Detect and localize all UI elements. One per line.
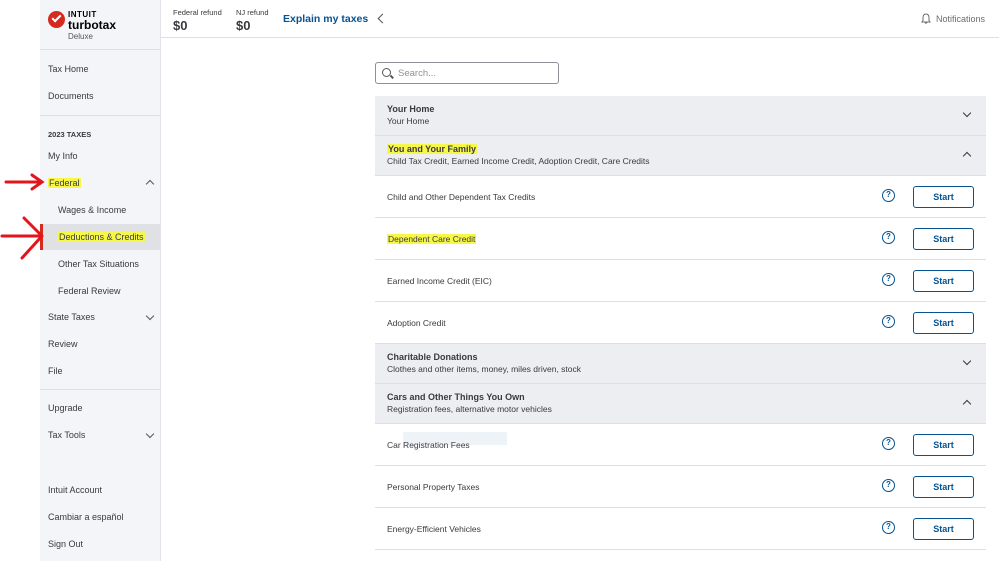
sidebar-item-upgrade[interactable]: Upgrade: [48, 403, 83, 413]
federal-refund-meter[interactable]: Federal refund $0: [173, 8, 222, 33]
section-title: Charitable Donations: [387, 352, 478, 362]
list-item-energy-efficient-vehicles: Energy-Efficient Vehicles ? Start: [375, 508, 986, 550]
start-button[interactable]: Start: [913, 312, 974, 334]
help-icon[interactable]: ?: [882, 231, 895, 244]
sidebar-section-header: 2023 TAXES: [48, 130, 92, 139]
logo-edition: Deluxe: [68, 32, 93, 41]
help-icon[interactable]: ?: [882, 437, 895, 450]
start-button[interactable]: Start: [913, 228, 974, 250]
start-button[interactable]: Start: [913, 518, 974, 540]
sidebar-item-file[interactable]: File: [48, 366, 63, 376]
section-your-home[interactable]: Your Home Your Home: [375, 96, 986, 136]
chevron-down-icon[interactable]: [145, 311, 155, 321]
start-button[interactable]: Start: [913, 186, 974, 208]
help-icon[interactable]: ?: [882, 189, 895, 202]
start-button[interactable]: Start: [913, 270, 974, 292]
section-subtitle: Child Tax Credit, Earned Income Credit, …: [387, 156, 650, 166]
start-button[interactable]: Start: [913, 476, 974, 498]
sidebar-item-review[interactable]: Review: [48, 339, 78, 349]
bell-icon: [921, 13, 931, 24]
list-item-child-dependent-credits: Child and Other Dependent Tax Credits ? …: [375, 176, 986, 218]
sidebar-item-tax-home[interactable]: Tax Home: [48, 64, 89, 74]
start-button[interactable]: Start: [913, 434, 974, 456]
section-you-and-your-family[interactable]: You and Your Family Child Tax Credit, Ea…: [375, 136, 986, 176]
list-item-dependent-care-credit: Dependent Care Credit ? Start: [375, 218, 986, 260]
row-label: Adoption Credit: [387, 318, 446, 328]
help-icon[interactable]: ?: [882, 273, 895, 286]
nj-refund-label: NJ refund: [236, 8, 269, 17]
left-sidebar: INTUIT turbotax Deluxe Tax Home Document…: [40, 0, 161, 561]
logo-brand-main: turbotax: [68, 18, 116, 32]
chevron-up-icon[interactable]: [962, 399, 972, 409]
row-label: Car Registration Fees: [387, 440, 470, 450]
nj-refund-meter[interactable]: NJ refund $0: [236, 8, 269, 33]
deductions-credits-list: Your Home Your Home You and Your Family …: [375, 96, 986, 550]
sidebar-item-deductions-credits[interactable]: Deductions & Credits: [58, 232, 145, 242]
sidebar-item-language[interactable]: Cambiar a español: [48, 512, 124, 522]
section-charitable-donations[interactable]: Charitable Donations Clothes and other i…: [375, 344, 986, 384]
row-label: Earned Income Credit (EIC): [387, 276, 492, 286]
section-title: Cars and Other Things You Own: [387, 392, 525, 402]
explain-my-taxes-link[interactable]: Explain my taxes: [283, 13, 368, 25]
search-icon: [382, 68, 391, 77]
annotation-arrow-federal: [4, 173, 45, 191]
chevron-up-icon[interactable]: [145, 179, 155, 189]
section-cars-and-other-things[interactable]: Cars and Other Things You Own Registrati…: [375, 384, 986, 424]
sidebar-item-my-info[interactable]: My Info: [48, 151, 78, 161]
sidebar-divider: [40, 389, 161, 390]
search-input[interactable]: Search...: [375, 62, 559, 84]
sidebar-item-intuit-account[interactable]: Intuit Account: [48, 485, 102, 495]
list-item-personal-property-taxes: Personal Property Taxes ? Start: [375, 466, 986, 508]
federal-refund-label: Federal refund: [173, 8, 222, 17]
section-title: Your Home: [387, 104, 435, 114]
section-subtitle: Registration fees, alternative motor veh…: [387, 404, 552, 414]
help-icon[interactable]: ?: [882, 479, 895, 492]
sidebar-item-other-tax-situations[interactable]: Other Tax Situations: [58, 259, 139, 269]
help-icon[interactable]: ?: [882, 521, 895, 534]
row-label-highlight: Dependent Care Credit: [387, 234, 477, 244]
annotation-arrow-deductions: [0, 216, 44, 260]
notifications-button[interactable]: Notifications: [921, 13, 985, 24]
sidebar-item-federal-review[interactable]: Federal Review: [58, 286, 121, 296]
section-title-highlight: You and Your Family: [387, 144, 478, 154]
row-label: Personal Property Taxes: [387, 482, 480, 492]
chevron-left-icon[interactable]: [377, 13, 388, 24]
row-label: Dependent Care Credit: [387, 234, 477, 244]
list-item-earned-income-credit: Earned Income Credit (EIC) ? Start: [375, 260, 986, 302]
chevron-up-icon[interactable]: [962, 151, 972, 161]
notifications-label: Notifications: [935, 13, 985, 24]
row-label: Child and Other Dependent Tax Credits: [387, 192, 536, 202]
chevron-down-icon[interactable]: [145, 429, 155, 439]
sidebar-item-sign-out[interactable]: Sign Out: [48, 539, 83, 549]
sidebar-item-documents[interactable]: Documents: [48, 91, 94, 101]
sidebar-item-state-taxes[interactable]: State Taxes: [48, 312, 95, 322]
section-subtitle: Your Home: [387, 116, 430, 126]
federal-refund-value: $0: [173, 18, 188, 33]
sidebar-item-tax-tools[interactable]: Tax Tools: [48, 430, 85, 440]
sidebar-item-wages-income[interactable]: Wages & Income: [58, 205, 126, 215]
top-bar: Federal refund $0 NJ refund $0 Explain m…: [161, 0, 999, 38]
list-item-car-registration-fees: Car Registration Fees ? Start: [375, 424, 986, 466]
checkmark-logo-icon: [48, 11, 65, 28]
section-title: You and Your Family: [387, 144, 478, 154]
nj-refund-value: $0: [236, 18, 251, 33]
chevron-down-icon[interactable]: [962, 356, 972, 366]
search-placeholder: Search...: [398, 68, 437, 79]
sidebar-divider: [40, 49, 161, 50]
sidebar-item-federal[interactable]: Federal: [48, 178, 81, 188]
help-icon[interactable]: ?: [882, 315, 895, 328]
sidebar-divider: [40, 115, 161, 116]
sidebar-item-federal-label: Federal: [48, 178, 81, 188]
section-subtitle: Clothes and other items, money, miles dr…: [387, 364, 582, 374]
chevron-down-icon[interactable]: [962, 108, 972, 118]
list-item-adoption-credit: Adoption Credit ? Start: [375, 302, 986, 344]
sidebar-item-deductions-credits-label: Deductions & Credits: [58, 232, 145, 242]
row-label: Energy-Efficient Vehicles: [387, 524, 481, 534]
